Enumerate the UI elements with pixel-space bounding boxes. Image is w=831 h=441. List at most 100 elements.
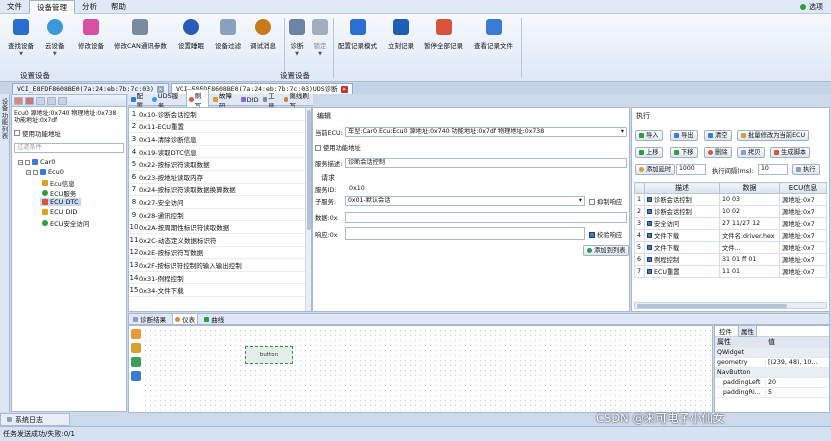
- service-item[interactable]: 9 0x28-通讯控制: [129, 209, 311, 222]
- service-item[interactable]: 3 0x14-清除诊断信息: [129, 133, 311, 146]
- property-row[interactable]: paddingLeft 20: [715, 378, 829, 388]
- tree-node-ecu-service[interactable]: ECU服务: [42, 188, 76, 198]
- column-header-data[interactable]: 数据: [719, 182, 780, 194]
- service-item[interactable]: 10 0x2A-按周期性标识符读取数据: [129, 221, 311, 234]
- sub-service-select[interactable]: 0x01-默认会话 ▾: [345, 196, 585, 206]
- refresh-icon[interactable]: [58, 96, 67, 105]
- device-filter-button[interactable]: 设备过滤: [215, 19, 241, 50]
- tree-node-ecu-did[interactable]: ECU DID: [42, 208, 77, 216]
- set-sleep-button[interactable]: 设置睡眠: [178, 19, 204, 50]
- lock-button[interactable]: 锁定 ▼: [312, 19, 328, 57]
- service-item[interactable]: 8 0x27-安全访问: [129, 196, 311, 209]
- generate-script-button[interactable]: 生成脚本: [770, 147, 811, 158]
- move-up-button[interactable]: 上移: [635, 147, 663, 158]
- execute-button[interactable]: 执行: [792, 164, 820, 175]
- tab-controls[interactable]: 控件: [719, 326, 732, 336]
- filter-input[interactable]: 过滤条件: [14, 143, 124, 153]
- execute-table-hscrollbar[interactable]: [634, 302, 827, 309]
- table-row[interactable]: 2 诊断会话控制 10 02 源地址:0x7: [634, 205, 827, 218]
- tab-did[interactable]: DID: [240, 96, 259, 104]
- column-header-desc[interactable]: 描述: [644, 182, 720, 194]
- service-item[interactable]: 4 0x19-读取DTC信息: [129, 146, 311, 159]
- delete-button[interactable]: 删除: [704, 147, 732, 158]
- checkbox[interactable]: [647, 269, 652, 274]
- add-to-list-button[interactable]: 添加到列表: [583, 245, 630, 256]
- tab-diagnose-result[interactable]: 诊断结果: [133, 314, 166, 324]
- interval-input[interactable]: 10: [758, 164, 788, 175]
- add-car-icon[interactable]: [14, 96, 23, 105]
- cloud-device-button[interactable]: 云设备 ▼: [45, 19, 65, 57]
- checkbox[interactable]: [647, 197, 652, 202]
- modify-device-button[interactable]: 修改设备: [78, 19, 104, 50]
- view-record-file-button[interactable]: 查看记录文件: [474, 19, 513, 50]
- service-item[interactable]: 7 0x24-按标识符读取数据换算数据: [129, 184, 311, 197]
- tab-curve[interactable]: 曲线: [204, 314, 224, 324]
- chevron-down-icon[interactable]: ▾: [621, 128, 624, 136]
- property-row[interactable]: geometry [(239, 48), 10...: [715, 358, 829, 368]
- service-item[interactable]: 12 0x2E-按标识符写数据: [129, 247, 311, 260]
- system-log-tab[interactable]: 系统日志: [0, 413, 70, 426]
- checkbox[interactable]: [647, 209, 652, 214]
- checkbox[interactable]: [589, 231, 595, 238]
- checkbox[interactable]: [14, 130, 20, 136]
- checkbox[interactable]: [33, 169, 38, 175]
- service-list-scrollbar[interactable]: [305, 108, 311, 311]
- tree-node-ecu-info[interactable]: Ecu信息: [42, 178, 75, 188]
- widget-tool-icon[interactable]: [131, 343, 141, 353]
- service-item[interactable]: 6 0x23-按地址读取内存: [129, 171, 311, 184]
- service-item[interactable]: 1 0x10-诊断会话控制: [129, 108, 311, 121]
- menu-device-management[interactable]: 设备管理: [29, 0, 75, 14]
- service-desc-input[interactable]: 诊断会话控制: [345, 158, 627, 168]
- table-row[interactable]: 1 诊断会话控制 10 03 源地址:0x7: [634, 193, 827, 206]
- table-row[interactable]: 5 文件下载 文件... 源地址:0x7: [634, 241, 827, 254]
- move-down-button[interactable]: 下移: [670, 147, 698, 158]
- suppress-response-checkbox[interactable]: 抑制响应: [589, 197, 622, 206]
- expand-icon[interactable]: −: [26, 169, 31, 175]
- tree-node-car0[interactable]: − Car0: [18, 158, 55, 166]
- edit-use-func-addr[interactable]: 使用功能地址: [315, 143, 361, 152]
- service-item[interactable]: 2 0x11-ECU重置: [129, 121, 311, 134]
- design-canvas[interactable]: [143, 328, 711, 412]
- chevron-down-icon[interactable]: ▾: [579, 197, 582, 205]
- service-item[interactable]: 13 0x2F-按标识符控制的输入输出控制: [129, 259, 311, 272]
- modify-can-params-button[interactable]: 修改CAN通讯参数: [114, 19, 167, 50]
- delete-icon[interactable]: [47, 96, 56, 105]
- menu-help[interactable]: 帮助: [104, 0, 133, 14]
- side-tab-function[interactable]: 功能: [0, 112, 9, 125]
- checkbox[interactable]: [25, 159, 30, 165]
- response-input[interactable]: [345, 227, 585, 240]
- service-item[interactable]: 5 0x22-按标识符读取数据: [129, 158, 311, 171]
- checkbox[interactable]: [647, 221, 652, 226]
- side-tab-device[interactable]: 设备: [0, 98, 9, 111]
- current-ecu-select[interactable]: 车型:Car0 Ecu:Ecu0 源地址:0x740 功能地址:0x7df 物理…: [345, 127, 627, 137]
- table-row[interactable]: 3 安全访问 27 11/27 12 源地址:0x7: [634, 217, 827, 230]
- property-value[interactable]: [(239, 48), 10...: [765, 359, 829, 366]
- expand-icon[interactable]: −: [18, 159, 23, 165]
- batch-modify-ecu-button[interactable]: 批量修改为当前ECU: [737, 130, 810, 141]
- edit-icon[interactable]: [36, 96, 45, 105]
- record-now-button[interactable]: 立刻记录: [388, 19, 414, 50]
- clear-button[interactable]: 清空: [704, 130, 732, 141]
- diagnose-button[interactable]: 诊断 ▼: [289, 19, 305, 57]
- add-ecu-icon[interactable]: [25, 96, 34, 105]
- tab-gauge[interactable]: 仪表: [172, 313, 199, 325]
- close-icon[interactable]: ×: [340, 85, 348, 93]
- checkbox[interactable]: [647, 245, 652, 250]
- scrollbar-thumb[interactable]: [307, 110, 311, 230]
- tree-node-ecu-security[interactable]: ECU安全访问: [42, 218, 89, 228]
- data-input[interactable]: [345, 212, 627, 223]
- property-row[interactable]: paddingRi... 5: [715, 388, 829, 398]
- use-func-addr-checkbox[interactable]: 使用功能地址: [14, 128, 61, 138]
- property-value[interactable]: 20: [765, 379, 829, 386]
- checkbox[interactable]: [647, 257, 652, 262]
- options-button[interactable]: 选项: [800, 2, 831, 12]
- canvas-button-widget[interactable]: button: [245, 346, 293, 364]
- tab-properties[interactable]: 属性: [738, 325, 757, 337]
- service-item[interactable]: 15 0x34-文件下载: [129, 284, 311, 297]
- scrollbar-thumb[interactable]: [637, 304, 787, 308]
- config-record-mode-button[interactable]: 配置记录模式: [338, 19, 377, 50]
- import-button[interactable]: 导入: [635, 130, 663, 141]
- pause-all-record-button[interactable]: 暂停全部记录: [424, 19, 463, 50]
- pointer-tool-icon[interactable]: [131, 329, 141, 339]
- add-delay-button[interactable]: 添加延时: [635, 164, 676, 175]
